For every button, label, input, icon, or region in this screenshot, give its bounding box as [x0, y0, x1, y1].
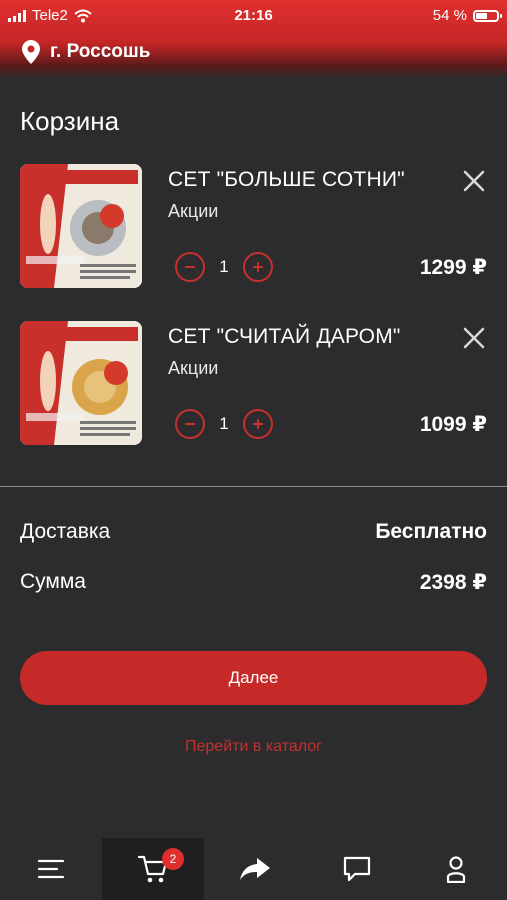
cart-item: СЕТ "СЧИТАЙ ДАРОМ" Акции 1 1099 ₽	[20, 321, 487, 445]
next-button[interactable]: Далее	[20, 651, 487, 705]
quantity-value: 1	[219, 257, 229, 276]
tab-cart[interactable]: 2	[102, 838, 204, 900]
delivery-label: Доставка	[20, 520, 111, 543]
product-image[interactable]	[20, 164, 142, 288]
page-title: Корзина	[20, 106, 120, 136]
close-icon[interactable]	[461, 168, 487, 194]
tab-profile[interactable]	[405, 838, 507, 900]
location-label: г. Россошь	[50, 41, 151, 62]
item-price: 1299 ₽	[419, 256, 487, 279]
delivery-value: Бесплатно	[375, 520, 487, 543]
tab-chat[interactable]	[306, 838, 408, 900]
item-category: Акции	[168, 358, 219, 378]
plus-icon[interactable]	[243, 252, 273, 282]
minus-icon[interactable]	[175, 409, 205, 439]
share-icon	[240, 858, 270, 880]
tab-menu[interactable]	[0, 838, 102, 900]
location-pin-icon	[22, 40, 40, 64]
profile-icon	[446, 856, 466, 883]
quantity-value: 1	[219, 414, 229, 433]
menu-icon	[37, 859, 65, 879]
item-category: Акции	[168, 201, 219, 221]
plus-icon[interactable]	[243, 409, 273, 439]
top-bar: Tele2 21:16 54 % г. Россошь	[0, 0, 507, 78]
cart-item: СЕТ "БОЛЬШЕ СОТНИ" Акции 1 1299 ₽	[20, 164, 487, 288]
item-name: СЕТ "БОЛЬШЕ СОТНИ"	[168, 168, 405, 191]
sum-value: 2398 ₽	[419, 571, 487, 594]
status-bar: Tele2 21:16 54 %	[0, 4, 507, 26]
minus-icon[interactable]	[175, 252, 205, 282]
battery-icon	[473, 9, 502, 22]
cart-badge: 2	[162, 848, 184, 870]
tab-bar: 2	[0, 838, 507, 900]
close-icon[interactable]	[461, 325, 487, 351]
sum-row: Сумма 2398 ₽	[20, 570, 487, 595]
clock: 21:16	[234, 7, 273, 24]
tab-share[interactable]	[204, 838, 306, 900]
catalog-link[interactable]: Перейти в каталог	[0, 738, 507, 756]
chat-icon	[343, 856, 371, 882]
delivery-row: Доставка Бесплатно	[20, 520, 487, 544]
battery-percent: 54 %	[432, 7, 467, 24]
divider	[0, 486, 507, 487]
quantity-stepper: 1	[175, 252, 273, 282]
item-name: СЕТ "СЧИТАЙ ДАРОМ"	[168, 325, 401, 348]
item-price: 1099 ₽	[419, 413, 487, 436]
quantity-stepper: 1	[175, 409, 273, 439]
sum-label: Сумма	[20, 570, 86, 593]
location-selector[interactable]: г. Россошь	[22, 40, 150, 64]
product-image[interactable]	[20, 321, 142, 445]
